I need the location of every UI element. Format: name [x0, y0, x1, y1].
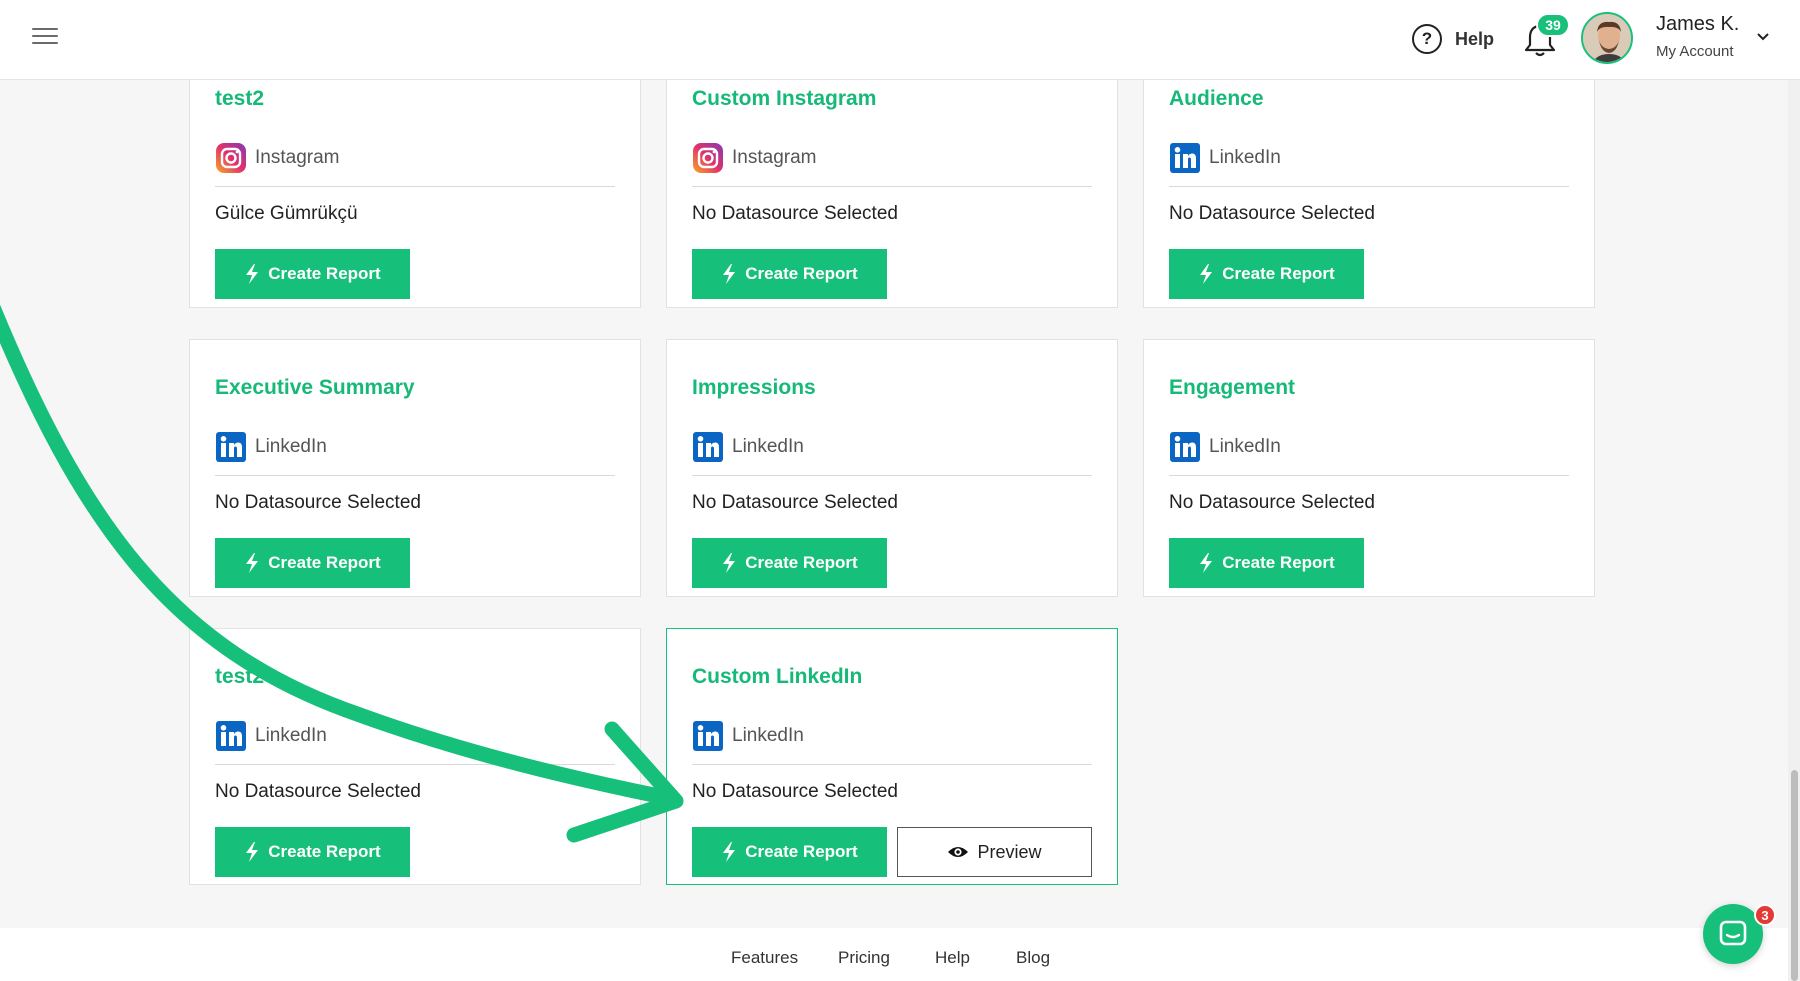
report-card: test2 LinkedIn No Datasource Selected Creat…	[189, 628, 641, 885]
lightning-icon	[246, 553, 259, 573]
divider	[692, 186, 1092, 187]
help-label: Help	[1455, 28, 1495, 49]
my-account-label: My Account	[1656, 43, 1734, 60]
divider	[1169, 186, 1569, 187]
report-card: Custom LinkedIn LinkedIn No Datasource Sel…	[666, 628, 1118, 885]
instagram-icon	[216, 143, 246, 173]
linkedin-icon	[693, 432, 723, 462]
platform-name: Instagram	[255, 147, 340, 168]
platform-name: LinkedIn	[255, 436, 327, 457]
datasource-label: No Datasource Selected	[692, 203, 898, 224]
chat-icon	[1719, 920, 1747, 946]
lightning-icon	[246, 842, 259, 862]
question-mark-icon: ?	[1412, 24, 1442, 54]
card-platform: LinkedIn	[1169, 142, 1281, 174]
linkedin-icon	[1170, 143, 1200, 173]
card-title[interactable]: test2	[215, 87, 264, 111]
report-card: Impressions LinkedIn No Datasource Selecte…	[666, 339, 1118, 597]
chat-unread-badge: 3	[1754, 904, 1776, 926]
platform-name: Instagram	[732, 147, 817, 168]
notification-count-badge: 39	[1536, 13, 1570, 37]
lightning-icon	[1200, 553, 1213, 573]
create-report-label: Create Report	[268, 553, 381, 572]
datasource-label: Gülce Gümrükçü	[215, 203, 358, 224]
avatar[interactable]	[1581, 12, 1633, 64]
divider	[215, 186, 615, 187]
create-report-label: Create Report	[1222, 553, 1335, 572]
user-name: James K.	[1656, 13, 1740, 35]
card-title[interactable]: Custom LinkedIn	[692, 665, 862, 689]
footer-link-pricing[interactable]: Pricing	[838, 948, 890, 968]
create-report-button[interactable]: Create Report	[692, 538, 887, 588]
divider	[692, 764, 1092, 765]
footer-link-blog[interactable]: Blog	[1016, 948, 1050, 968]
divider	[692, 475, 1092, 476]
card-platform: LinkedIn	[215, 720, 327, 752]
lightning-icon	[1200, 264, 1213, 284]
linkedin-icon	[693, 721, 723, 751]
platform-name: LinkedIn	[1209, 436, 1281, 457]
create-report-button[interactable]: Create Report	[1169, 249, 1364, 299]
report-card: Engagement LinkedIn No Datasource Selected…	[1143, 339, 1595, 597]
card-title[interactable]: Custom Instagram	[692, 87, 876, 111]
divider	[1169, 475, 1569, 476]
platform-name: LinkedIn	[1209, 147, 1281, 168]
preview-button[interactable]: Preview	[897, 827, 1092, 877]
card-platform: Instagram	[692, 142, 816, 174]
create-report-label: Create Report	[268, 264, 381, 283]
datasource-label: No Datasource Selected	[215, 781, 421, 802]
top-navigation-bar: ? Help 39 James K. My Account	[0, 0, 1800, 80]
platform-name: LinkedIn	[255, 725, 327, 746]
footer-link-help[interactable]: Help	[935, 948, 970, 968]
card-title[interactable]: Engagement	[1169, 376, 1295, 400]
linkedin-icon	[1170, 432, 1200, 462]
create-report-button[interactable]: Create Report	[215, 249, 410, 299]
lightning-icon	[723, 842, 736, 862]
lightning-icon	[246, 264, 259, 284]
card-title[interactable]: test2	[215, 665, 264, 689]
platform-name: LinkedIn	[732, 436, 804, 457]
help-link[interactable]: ? Help	[1412, 22, 1494, 56]
linkedin-icon	[216, 432, 246, 462]
scrollbar-thumb[interactable]	[1791, 770, 1798, 981]
card-title[interactable]: Executive Summary	[215, 376, 415, 400]
create-report-label: Create Report	[745, 842, 858, 861]
hamburger-menu-icon[interactable]	[32, 28, 58, 48]
create-report-label: Create Report	[268, 842, 381, 861]
datasource-label: No Datasource Selected	[692, 492, 898, 513]
datasource-label: No Datasource Selected	[1169, 203, 1375, 224]
card-platform: LinkedIn	[692, 431, 804, 463]
create-report-button[interactable]: Create Report	[215, 827, 410, 877]
lightning-icon	[723, 553, 736, 573]
datasource-label: No Datasource Selected	[692, 781, 898, 802]
chevron-down-icon[interactable]	[1755, 30, 1771, 42]
report-card: Executive Summary LinkedIn No Datasource S…	[189, 339, 641, 597]
footer-link-features[interactable]: Features	[731, 948, 798, 968]
linkedin-icon	[216, 721, 246, 751]
card-platform: LinkedIn	[215, 431, 327, 463]
platform-name: LinkedIn	[732, 725, 804, 746]
create-report-label: Create Report	[745, 264, 858, 283]
divider	[215, 764, 615, 765]
create-report-label: Create Report	[1222, 264, 1335, 283]
create-report-button[interactable]: Create Report	[692, 827, 887, 877]
eye-icon	[948, 847, 969, 857]
preview-label: Preview	[977, 841, 1042, 862]
divider	[215, 475, 615, 476]
card-title[interactable]: Audience	[1169, 87, 1264, 111]
footer: Features Pricing Help Blog	[0, 928, 1800, 981]
create-report-button[interactable]: Create Report	[1169, 538, 1364, 588]
card-platform: Instagram	[215, 142, 339, 174]
lightning-icon	[723, 264, 736, 284]
instagram-icon	[693, 143, 723, 173]
create-report-label: Create Report	[745, 553, 858, 572]
create-report-button[interactable]: Create Report	[692, 249, 887, 299]
create-report-button[interactable]: Create Report	[215, 538, 410, 588]
card-platform: LinkedIn	[692, 720, 804, 752]
datasource-label: No Datasource Selected	[1169, 492, 1375, 513]
card-platform: LinkedIn	[1169, 431, 1281, 463]
card-title[interactable]: Impressions	[692, 376, 816, 400]
datasource-label: No Datasource Selected	[215, 492, 421, 513]
